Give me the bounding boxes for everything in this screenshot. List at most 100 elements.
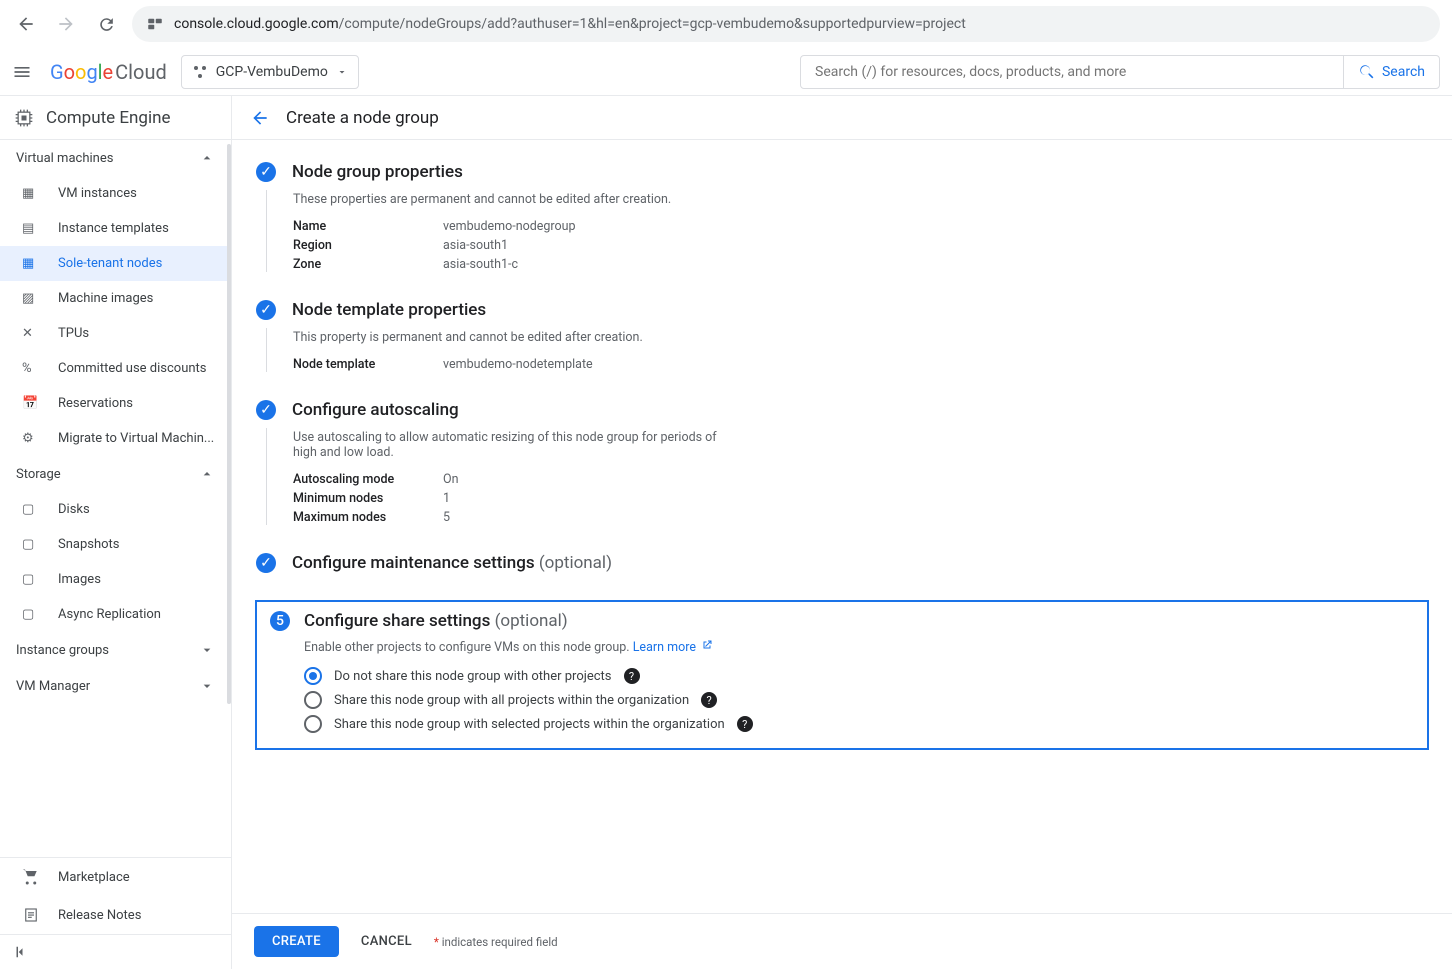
share-option[interactable]: Share this node group with all projects … bbox=[304, 691, 1416, 709]
search-icon bbox=[1358, 63, 1376, 81]
property-key: Maximum nodes bbox=[293, 510, 443, 525]
property-value: 1 bbox=[443, 491, 450, 506]
nav-label: Images bbox=[58, 572, 101, 587]
property-key: Zone bbox=[293, 257, 443, 272]
nav-label: Sole-tenant nodes bbox=[58, 256, 162, 271]
step-node-template-properties: ✓ Node template properties This property… bbox=[256, 300, 1428, 372]
step-complete-icon: ✓ bbox=[256, 300, 276, 320]
step-configure-autoscaling: ✓ Configure autoscaling Use autoscaling … bbox=[256, 400, 1428, 525]
nav-icon: ▤ bbox=[22, 221, 40, 236]
browser-forward-button[interactable] bbox=[52, 10, 80, 38]
nav-icon: ▦ bbox=[22, 256, 40, 271]
property-key: Minimum nodes bbox=[293, 491, 443, 506]
sidebar-item[interactable]: 📅 Reservations bbox=[0, 386, 231, 421]
nav-label: VM instances bbox=[58, 186, 137, 201]
radio-button[interactable] bbox=[304, 667, 322, 685]
sidebar-item[interactable]: %Committed use discounts bbox=[0, 351, 231, 386]
collapse-icon bbox=[12, 943, 30, 961]
sidebar-item[interactable]: ▦ Sole-tenant nodes bbox=[0, 246, 231, 281]
share-option[interactable]: Do not share this node group with other … bbox=[304, 667, 1416, 685]
project-picker[interactable]: GCP-VembuDemo bbox=[181, 55, 359, 89]
nav-icon: ▢ bbox=[22, 502, 40, 517]
nav-label: Async Replication bbox=[58, 607, 161, 622]
sidebar-item[interactable]: ▢ Snapshots bbox=[0, 527, 231, 562]
service-title: Compute Engine bbox=[0, 96, 231, 140]
property-value: asia-south1-c bbox=[443, 257, 518, 272]
nav-vm-items: ▦VM instances▤Instance templates ▦ Sole-te… bbox=[0, 176, 231, 456]
radio-button[interactable] bbox=[304, 691, 322, 709]
nav-icon: 📅 bbox=[22, 396, 40, 411]
property-value: On bbox=[443, 472, 459, 487]
step-complete-icon: ✓ bbox=[256, 162, 276, 182]
learn-more-link[interactable]: Learn more bbox=[633, 640, 713, 655]
nav-section-storage[interactable]: Storage bbox=[0, 456, 231, 492]
main-menu-button[interactable] bbox=[12, 62, 36, 82]
search-input[interactable] bbox=[801, 64, 1343, 80]
sidebar: Compute Engine Virtual machines ▦VM inst… bbox=[0, 96, 232, 969]
nav-storage-items: ▢Disks▢Snapshots▢Images▢Async Replicatio… bbox=[0, 492, 231, 632]
radio-label: Share this node group with selected proj… bbox=[334, 717, 725, 732]
sidebar-collapse-button[interactable] bbox=[0, 934, 231, 969]
sidebar-item[interactable]: ▦VM instances bbox=[0, 176, 231, 211]
property-row: Minimum nodes1 bbox=[293, 491, 1428, 506]
sidebar-footer: Marketplace Release Notes bbox=[0, 857, 231, 934]
cancel-button[interactable]: CANCEL bbox=[361, 934, 412, 949]
nav-section-vm[interactable]: Virtual machines bbox=[0, 140, 231, 176]
sidebar-item[interactable]: ⚙Migrate to Virtual Machin... bbox=[0, 421, 231, 456]
search-button[interactable]: Search bbox=[1343, 56, 1439, 88]
property-row: Zoneasia-south1-c bbox=[293, 257, 1428, 272]
nav-icon: ▢ bbox=[22, 607, 40, 622]
radio-label: Share this node group with all projects … bbox=[334, 693, 689, 708]
property-key: Region bbox=[293, 238, 443, 253]
share-option[interactable]: Share this node group with selected proj… bbox=[304, 715, 1416, 733]
nav-label: Snapshots bbox=[58, 537, 120, 552]
sidebar-item[interactable]: ▤Instance templates bbox=[0, 211, 231, 246]
browser-url-bar[interactable]: console.cloud.google.com/compute/nodeGro… bbox=[132, 6, 1440, 42]
sidebar-item[interactable]: ▢ Images bbox=[0, 562, 231, 597]
nav-icon: ✕ bbox=[22, 326, 40, 341]
chevron-up-icon bbox=[199, 150, 215, 166]
sidebar-marketplace[interactable]: Marketplace bbox=[0, 858, 231, 896]
sidebar-item[interactable]: ✕TPUs bbox=[0, 316, 231, 351]
property-value: vembudemo-nodetemplate bbox=[443, 357, 593, 372]
help-icon[interactable]: ? bbox=[737, 716, 753, 732]
chevron-down-icon bbox=[199, 678, 215, 694]
help-icon[interactable]: ? bbox=[701, 692, 717, 708]
step-configure-share-settings: 5 Configure share settings (optional) En… bbox=[256, 601, 1428, 749]
property-row: Namevembudemo-nodegroup bbox=[293, 219, 1428, 234]
gcp-logo[interactable]: Google Cloud bbox=[50, 60, 167, 84]
radio-button[interactable] bbox=[304, 715, 322, 733]
nav-section-instance-groups[interactable]: Instance groups bbox=[0, 632, 231, 668]
help-icon[interactable]: ? bbox=[624, 668, 640, 684]
property-row: Maximum nodes5 bbox=[293, 510, 1428, 525]
sidebar-item[interactable]: ▢Disks bbox=[0, 492, 231, 527]
nav-icon: ▢ bbox=[22, 572, 40, 587]
property-value: vembudemo-nodegroup bbox=[443, 219, 576, 234]
marketplace-icon bbox=[22, 868, 40, 886]
browser-bar: console.cloud.google.com/compute/nodeGro… bbox=[0, 0, 1452, 48]
create-button[interactable]: CREATE bbox=[254, 926, 339, 957]
step-complete-icon: ✓ bbox=[256, 553, 276, 573]
property-row: Autoscaling modeOn bbox=[293, 472, 1428, 487]
nav-icon: ⚙ bbox=[22, 431, 40, 446]
back-button[interactable] bbox=[250, 108, 270, 128]
step-number-icon: 5 bbox=[270, 611, 290, 631]
nav-icon: ▢ bbox=[22, 537, 40, 552]
sidebar-release-notes[interactable]: Release Notes bbox=[0, 896, 231, 934]
browser-refresh-button[interactable] bbox=[92, 10, 120, 38]
sidebar-item[interactable]: ▨Machine images bbox=[0, 281, 231, 316]
property-value: 5 bbox=[443, 510, 450, 525]
project-name: GCP-VembuDemo bbox=[216, 64, 328, 80]
nav-label: Reservations bbox=[58, 396, 133, 411]
step-configure-maintenance[interactable]: ✓ Configure maintenance settings (option… bbox=[256, 553, 1428, 573]
property-key: Name bbox=[293, 219, 443, 234]
browser-back-button[interactable] bbox=[12, 10, 40, 38]
page-header: Create a node group bbox=[232, 96, 1452, 140]
property-row: Regionasia-south1 bbox=[293, 238, 1428, 253]
radio-label: Do not share this node group with other … bbox=[334, 669, 612, 684]
nav-section-vm-manager[interactable]: VM Manager bbox=[0, 668, 231, 704]
chevron-up-icon bbox=[199, 466, 215, 482]
step-node-group-properties: ✓ Node group properties These properties… bbox=[256, 162, 1428, 272]
site-info-icon bbox=[146, 15, 164, 33]
sidebar-item[interactable]: ▢ Async Replication bbox=[0, 597, 231, 632]
